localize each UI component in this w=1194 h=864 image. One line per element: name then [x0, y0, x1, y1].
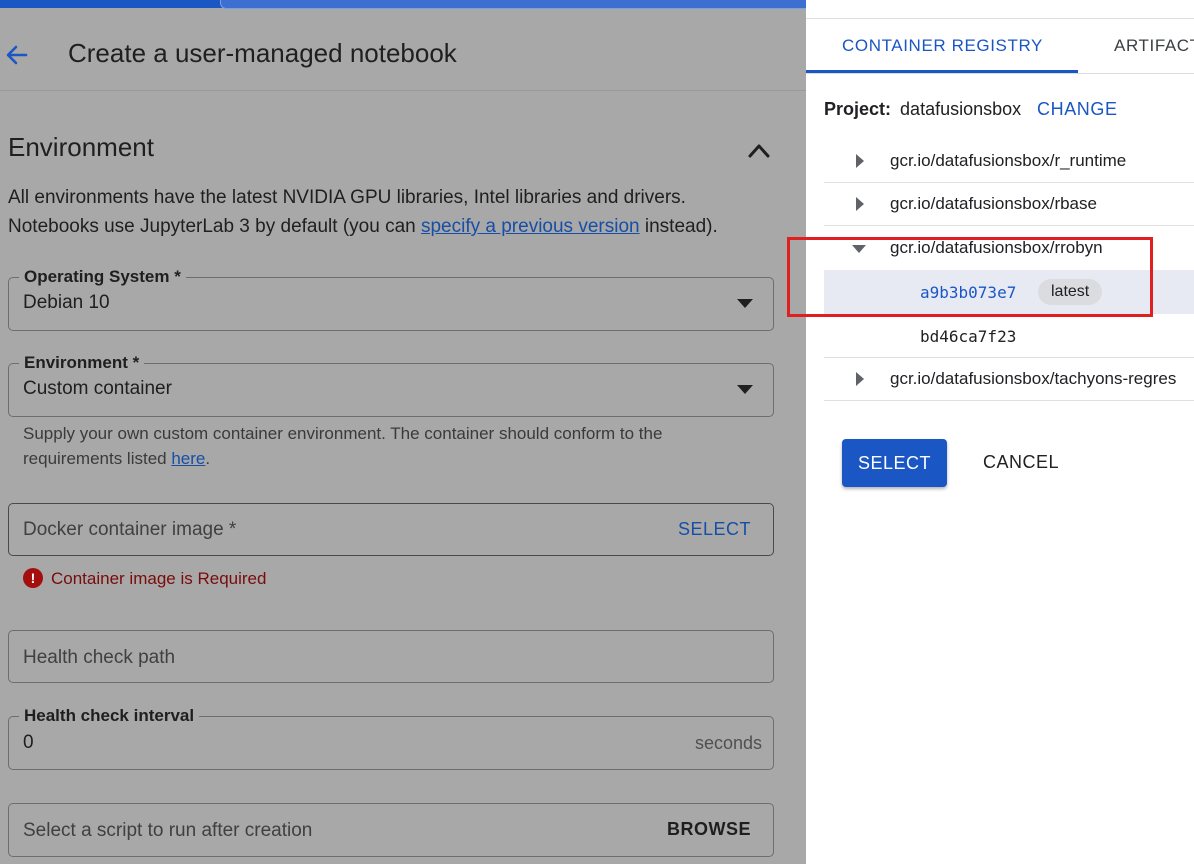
image-digest: a9b3b073e7 [920, 283, 1017, 302]
repo-name: gcr.io/datafusionsbox/tachyons-regres [890, 369, 1177, 388]
repo-name: gcr.io/datafusionsbox/rbase [890, 194, 1097, 213]
notebook-form-panel: Create a user-managed notebook Environme… [0, 0, 822, 864]
environment-hint-2: requirements listed here. [23, 449, 210, 469]
image-digest: bd46ca7f23 [920, 327, 1017, 346]
repo-row-expanded[interactable]: gcr.io/datafusionsbox/rrobyn [824, 227, 1194, 270]
health-check-interval-label: Health check interval [19, 706, 200, 726]
repo-row[interactable]: gcr.io/datafusionsbox/r_runtime [824, 140, 1194, 183]
latest-tag-chip: latest [1038, 279, 1103, 305]
repo-row[interactable]: gcr.io/datafusionsbox/rbase [824, 183, 1194, 226]
project-row: Project: datafusionsbox [824, 99, 1021, 120]
hint-text: . [205, 449, 211, 468]
page-title: Create a user-managed notebook [68, 38, 457, 68]
image-picker-panel: CONTAINER REGISTRY ARTIFACT Project: dat… [806, 0, 1194, 864]
arrow-left-icon[interactable] [2, 40, 32, 70]
project-label: Project: [824, 99, 892, 119]
page-header: Create a user-managed notebook [0, 8, 806, 91]
top-bar [0, 0, 822, 9]
environment-hint: Supply your own custom container environ… [23, 424, 663, 443]
previous-version-link[interactable]: specify a previous version [421, 216, 640, 237]
operating-system-select[interactable]: Operating System * Debian 10 [8, 267, 774, 331]
environment-select[interactable]: Environment * Custom container [8, 353, 774, 417]
requirements-link[interactable]: here [171, 449, 205, 468]
image-tag-row[interactable]: bd46ca7f23 [824, 314, 1194, 358]
health-check-interval-input[interactable]: Health check interval 0 seconds [8, 706, 774, 770]
browse-button[interactable]: BROWSE [667, 819, 751, 840]
triangle-right-icon[interactable] [856, 154, 864, 168]
hint-text: requirements listed [23, 449, 172, 468]
chevron-up-icon[interactable] [744, 136, 774, 164]
docker-image-placeholder: Docker container image * [23, 519, 237, 540]
select-image-button[interactable]: SELECT [842, 439, 947, 487]
triangle-down-icon[interactable] [852, 245, 866, 253]
health-check-interval-value: 0 [23, 732, 34, 753]
error-message: Container image is Required [51, 569, 267, 588]
section-title: Environment [8, 132, 154, 162]
post-creation-script-input[interactable]: Select a script to run after creation BR… [8, 803, 774, 857]
registry-tabs: CONTAINER REGISTRY ARTIFACT [806, 19, 1194, 74]
project-value: datafusionsbox [900, 99, 1022, 119]
change-project-button[interactable]: CHANGE [1037, 99, 1118, 120]
tab-container-registry[interactable]: CONTAINER REGISTRY [842, 36, 1043, 56]
health-check-path-placeholder: Health check path [23, 647, 176, 668]
interval-unit: seconds [694, 733, 762, 753]
cancel-button[interactable]: CANCEL [983, 452, 1059, 473]
tab-artifact-registry[interactable]: ARTIFACT [1114, 36, 1194, 56]
operating-system-label: Operating System * [19, 267, 186, 287]
triangle-right-icon[interactable] [856, 372, 864, 386]
environment-label: Environment * [19, 353, 145, 373]
repo-name: gcr.io/datafusionsbox/rrobyn [890, 238, 1103, 257]
docker-image-select-button[interactable]: SELECT [678, 519, 751, 540]
section-description: All environments have the latest NVIDIA … [8, 187, 686, 208]
caret-down-icon [737, 299, 753, 308]
operating-system-value: Debian 10 [23, 292, 110, 313]
section-description-2: Notebooks use JupyterLab 3 by default (y… [8, 216, 718, 238]
exclamation-circle-icon: ! [23, 568, 43, 588]
health-check-path-input[interactable]: Health check path [8, 630, 774, 683]
image-tag-row-selected[interactable]: a9b3b073e7 latest [824, 270, 1194, 314]
environment-value: Custom container [23, 378, 172, 399]
repo-row[interactable]: gcr.io/datafusionsbox/tachyons-regres [824, 358, 1194, 401]
description-text: instead). [639, 216, 718, 237]
post-creation-script-placeholder: Select a script to run after creation [23, 820, 313, 841]
repo-name: gcr.io/datafusionsbox/r_runtime [890, 151, 1127, 170]
description-text: Notebooks use JupyterLab 3 by default (y… [8, 216, 421, 237]
active-tab-indicator [806, 70, 1078, 73]
triangle-right-icon[interactable] [856, 197, 864, 211]
docker-image-field[interactable]: Docker container image * SELECT [8, 503, 774, 556]
caret-down-icon [737, 385, 753, 394]
